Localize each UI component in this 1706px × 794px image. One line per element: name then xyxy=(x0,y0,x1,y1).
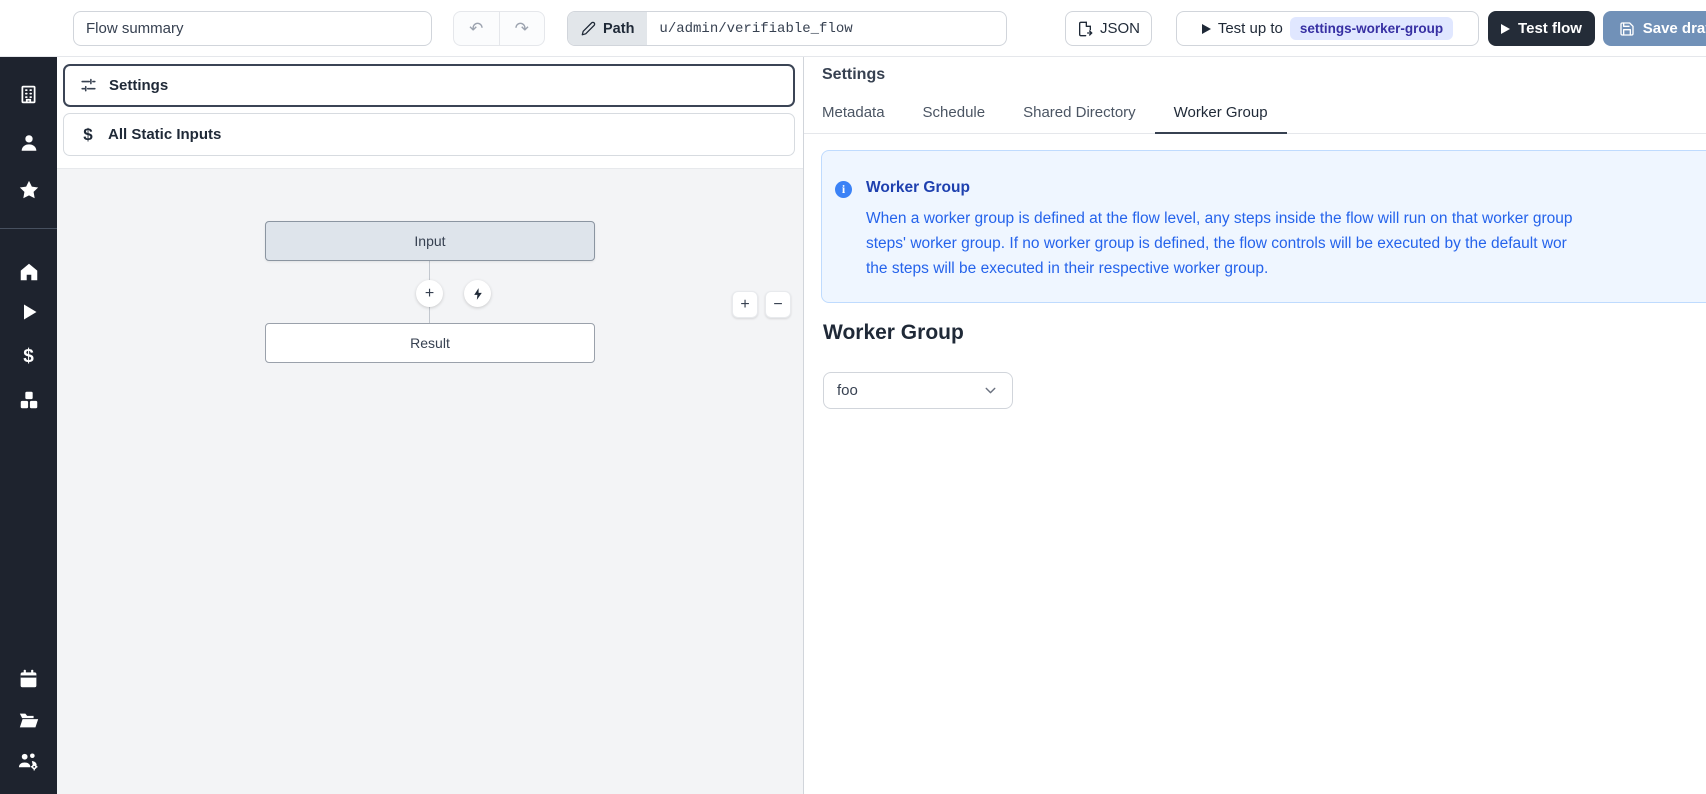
sliders-icon xyxy=(79,76,98,95)
result-node-label: Result xyxy=(410,335,450,351)
add-step-button[interactable]: + xyxy=(416,280,443,307)
zoom-out-button[interactable]: − xyxy=(765,291,791,318)
sidebar-item-variables[interactable]: $ xyxy=(0,347,57,367)
users-gear-icon xyxy=(17,750,40,773)
info-line: steps' worker group. If no worker group … xyxy=(866,231,1572,256)
info-box-title: Worker Group xyxy=(866,179,970,197)
flow-graph-canvas[interactable]: Input Result + + − xyxy=(57,168,803,794)
undo-redo-group: ↶ ↷ xyxy=(453,11,545,46)
folder-open-icon xyxy=(18,709,40,731)
file-json-icon xyxy=(1077,21,1093,37)
sidebar-item-folders[interactable] xyxy=(0,709,57,731)
play-icon xyxy=(1501,24,1510,34)
worker-group-info-box: i Worker Group When a worker group is de… xyxy=(821,150,1706,303)
settings-tabs: Metadata Schedule Shared Directory Worke… xyxy=(804,93,1706,134)
json-button-label: JSON xyxy=(1100,20,1140,37)
edge-input-to-add xyxy=(429,261,430,280)
save-icon xyxy=(1619,21,1635,37)
flow-node-result[interactable]: Result xyxy=(265,323,595,363)
worker-group-select-value: foo xyxy=(837,382,858,399)
add-trigger-button[interactable] xyxy=(464,280,491,307)
tab-schedule[interactable]: Schedule xyxy=(904,93,1005,134)
save-draft-button[interactable]: Save draft xyxy=(1603,11,1706,46)
tab-shared-directory[interactable]: Shared Directory xyxy=(1004,93,1155,134)
bolt-icon xyxy=(471,287,485,301)
test-flow-label: Test flow xyxy=(1518,20,1582,37)
undo-button[interactable]: ↶ xyxy=(454,12,500,45)
settings-panel: Settings Metadata Schedule Shared Direct… xyxy=(804,57,1706,794)
calendar-icon xyxy=(18,668,39,689)
sidebar-divider xyxy=(0,228,57,229)
play-icon xyxy=(19,302,39,322)
worker-group-badge[interactable]: settings-worker-group xyxy=(1290,17,1453,40)
plus-icon: + xyxy=(425,285,434,303)
building-icon xyxy=(18,84,39,105)
sidebar-item-favorites[interactable] xyxy=(0,179,57,201)
dollar-icon: $ xyxy=(79,125,97,145)
tab-metadata[interactable]: Metadata xyxy=(804,93,904,134)
path-label: Path xyxy=(603,21,634,37)
flow-editor-panel: Settings $ All Static Inputs Input Resul… xyxy=(57,57,804,794)
home-icon xyxy=(18,261,40,283)
zoom-in-button[interactable]: + xyxy=(732,291,758,318)
info-box-text: When a worker group is defined at the fl… xyxy=(866,206,1572,281)
path-value[interactable]: u/admin/verifiable_flow xyxy=(647,12,864,45)
minus-icon: − xyxy=(773,296,782,314)
redo-icon: ↷ xyxy=(515,19,529,39)
static-inputs-label: All Static Inputs xyxy=(108,126,221,143)
input-node-label: Input xyxy=(414,233,445,249)
dollar-icon: $ xyxy=(23,347,34,367)
plus-icon: + xyxy=(740,296,749,314)
settings-item-label: Settings xyxy=(109,77,168,94)
pencil-icon xyxy=(581,21,596,36)
flow-summary-input[interactable] xyxy=(73,11,432,46)
flow-node-input[interactable]: Input xyxy=(265,221,595,261)
info-line: the steps will be executed in their resp… xyxy=(866,256,1572,281)
sidebar-item-workspace[interactable] xyxy=(0,84,57,105)
all-static-inputs-item[interactable]: $ All Static Inputs xyxy=(63,113,795,156)
worker-group-section-title: Worker Group xyxy=(823,321,964,345)
sidebar-item-resources[interactable] xyxy=(0,389,57,411)
test-up-to-label: Test up to xyxy=(1218,20,1283,37)
redo-button[interactable]: ↷ xyxy=(500,12,545,45)
sidebar-item-groups[interactable] xyxy=(0,750,57,773)
worker-group-select[interactable]: foo xyxy=(823,372,1013,409)
user-icon xyxy=(18,132,40,154)
sidebar-item-home[interactable] xyxy=(0,261,57,283)
toolbar: ↶ ↷ Path u/admin/verifiable_flow JSON Te… xyxy=(0,0,1706,57)
windmill-flow-editor: ↶ ↷ Path u/admin/verifiable_flow JSON Te… xyxy=(0,0,1706,794)
undo-icon: ↶ xyxy=(469,19,483,39)
info-icon: i xyxy=(835,181,852,198)
play-icon xyxy=(1202,24,1211,34)
chevron-down-icon xyxy=(982,382,999,399)
save-draft-label: Save draft xyxy=(1643,20,1706,37)
sidebar-item-user[interactable] xyxy=(0,132,57,154)
path-field[interactable]: Path u/admin/verifiable_flow xyxy=(567,11,1007,46)
test-flow-button[interactable]: Test flow xyxy=(1488,11,1595,46)
star-icon xyxy=(18,179,40,201)
sidebar: $ xyxy=(0,57,57,794)
edge-add-to-result xyxy=(429,307,430,323)
sidebar-item-schedules[interactable] xyxy=(0,668,57,689)
sidebar-item-runs[interactable] xyxy=(0,302,57,322)
cubes-icon xyxy=(18,389,40,411)
path-edit-chip[interactable]: Path xyxy=(568,12,647,45)
test-up-to-button[interactable]: Test up to settings-worker-group xyxy=(1176,11,1479,46)
settings-panel-title: Settings xyxy=(822,66,885,84)
flow-settings-item[interactable]: Settings xyxy=(63,64,795,107)
json-button[interactable]: JSON xyxy=(1065,11,1152,46)
tab-worker-group[interactable]: Worker Group xyxy=(1155,93,1287,134)
info-line: When a worker group is defined at the fl… xyxy=(866,206,1572,231)
